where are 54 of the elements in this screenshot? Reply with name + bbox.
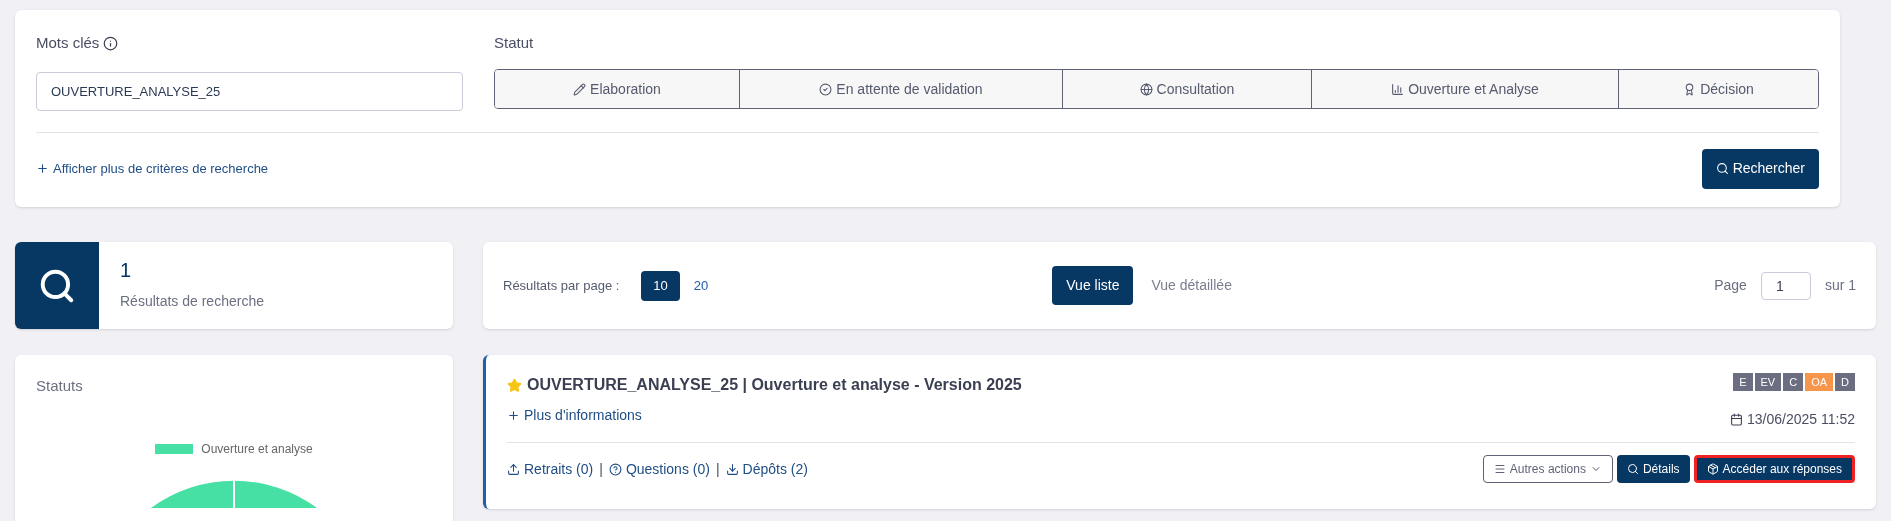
action-button[interactable]: Autres actions (1482, 455, 1613, 483)
phase-badge: E (1733, 373, 1753, 391)
status-tab[interactable]: Consultation (1062, 70, 1311, 108)
action-button[interactable]: Détails (1616, 455, 1690, 483)
bar-chart-icon (1391, 82, 1405, 96)
keywords-label: Mots clés (36, 33, 100, 53)
plus-icon (36, 162, 49, 175)
page-field[interactable]: 1 (1760, 271, 1811, 300)
phase-badge: EV (1754, 373, 1782, 391)
help-icon (608, 462, 622, 476)
calendar-icon (1730, 413, 1744, 426)
phase-badge: C (1783, 373, 1804, 391)
info-icon[interactable] (103, 35, 119, 51)
menu-icon (1493, 463, 1506, 475)
more-criteria-link[interactable]: Afficher plus de critères de recherche (36, 158, 269, 179)
separator: | (715, 459, 720, 479)
per-page-option[interactable]: 20 (681, 270, 721, 301)
result-title[interactable]: OUVERTURE_ANALYSE_25 | Ouverture et analyse - Version 2025 (527, 373, 1022, 397)
keywords-field[interactable]: OUVERTURE_ANALYSE_25 (36, 71, 463, 111)
result-link[interactable]: Retraits (0) (507, 458, 594, 480)
plus-icon (507, 409, 520, 422)
result-count-label: Résultats de recherche (120, 292, 264, 311)
search-icon (1626, 463, 1639, 475)
search-icon (1715, 162, 1729, 175)
result-count: 1 (120, 258, 133, 283)
page-total: sur 1 (1824, 276, 1856, 295)
status-tab[interactable]: En attente de validation (739, 70, 1062, 108)
legend-label: Ouverture et analyse (201, 440, 313, 458)
more-info-link[interactable]: Plus d'informations (507, 405, 1022, 426)
box-icon (1706, 463, 1719, 475)
view-toggle[interactable]: Vue liste (1052, 266, 1134, 305)
phase-badge: OA (1805, 373, 1834, 391)
result-date: 13/06/2025 11:52 (1747, 410, 1855, 429)
panel-title: Statuts (36, 376, 84, 396)
result-link[interactable]: Dépôts (2) (725, 458, 808, 480)
upload-icon (507, 462, 520, 476)
separator: | (599, 459, 603, 479)
action-button[interactable]: Accéder aux réponses (1693, 455, 1855, 483)
page-label: Page (1714, 276, 1747, 295)
view-toggle[interactable]: Vue détaillée (1137, 266, 1246, 305)
status-label: Statut (494, 33, 535, 52)
status-tab[interactable]: Décision (1618, 70, 1818, 108)
search-button[interactable]: Rechercher (1701, 148, 1819, 189)
pencil-icon (573, 82, 587, 96)
status-tab[interactable]: Ouverture et Analyse (1311, 70, 1618, 108)
download-icon (725, 462, 739, 476)
star-icon[interactable] (507, 377, 522, 393)
per-page-option[interactable]: 10 (641, 270, 680, 301)
per-page-label: Résultats par page : (503, 276, 620, 295)
globe-icon (1139, 82, 1153, 96)
status-tab[interactable]: Elaboration (495, 70, 739, 108)
result-link[interactable]: Questions (0) (608, 458, 710, 480)
phase-badge: D (1835, 373, 1855, 391)
check-circle-icon (819, 82, 833, 96)
